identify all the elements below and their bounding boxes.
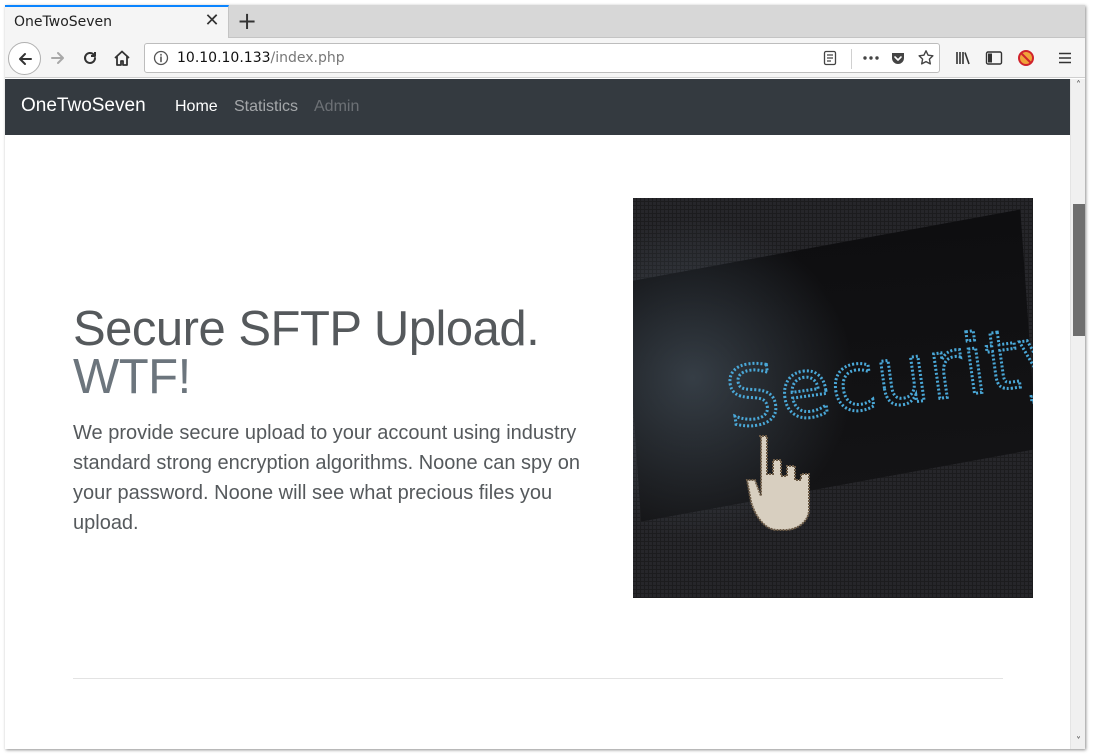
url-bar[interactable]: 10.10.10.133/index.php	[144, 43, 940, 73]
back-icon[interactable]	[8, 42, 41, 75]
browser-window: OneTwoSeven ✕ + 10.10.10.133/index.php O…	[5, 5, 1085, 749]
scroll-up-icon[interactable]: ˄	[1071, 79, 1085, 93]
sidebar-icon[interactable]	[980, 44, 1008, 72]
scrollbar-thumb[interactable]	[1073, 204, 1085, 336]
home-icon[interactable]	[108, 44, 136, 72]
library-icon[interactable]	[949, 44, 977, 72]
bookmark-star-icon[interactable]	[917, 49, 935, 71]
tab-title: OneTwoSeven	[14, 14, 113, 30]
scroll-down-icon[interactable]: ˅	[1071, 735, 1085, 749]
url-host: 10.10.10.133	[177, 50, 271, 66]
nav-link-statistics[interactable]: Statistics	[234, 98, 298, 116]
navigation-toolbar: 10.10.10.133/index.php	[5, 38, 1085, 78]
menu-icon[interactable]	[1051, 44, 1079, 72]
hero-title-line2: WTF!	[73, 350, 191, 404]
site-brand[interactable]: OneTwoSeven	[21, 95, 146, 117]
url-text: 10.10.10.133/index.php	[177, 50, 345, 66]
nav-link-admin: Admin	[314, 98, 360, 115]
forward-icon[interactable]	[44, 44, 72, 72]
hero-title-line1: Secure SFTP Upload.	[73, 302, 540, 356]
url-path: /index.php	[270, 50, 345, 66]
active-tab[interactable]: OneTwoSeven ✕	[5, 5, 229, 38]
nav-link-home[interactable]: Home	[175, 98, 218, 116]
close-tab-icon[interactable]: ✕	[203, 11, 221, 31]
page-viewport: OneTwoSeven Home Statistics Admin Secure…	[5, 79, 1070, 749]
reload-icon[interactable]	[76, 44, 104, 72]
section-divider	[73, 678, 1003, 679]
more-actions-icon[interactable]	[862, 50, 880, 70]
info-icon[interactable]	[153, 50, 169, 70]
blocked-extension-icon[interactable]	[1012, 44, 1040, 72]
new-tab-icon[interactable]: +	[235, 7, 259, 35]
reader-view-icon[interactable]	[822, 50, 838, 70]
url-bar-separator	[851, 49, 852, 69]
hero-description: We provide secure upload to your account…	[73, 422, 580, 534]
site-navbar: OneTwoSeven Home Statistics Admin	[5, 79, 1070, 135]
security-hero-image: Security	[633, 198, 1033, 598]
page-scrollbar[interactable]: ˄ ˅	[1070, 79, 1085, 749]
tab-strip: OneTwoSeven ✕ +	[5, 5, 1085, 38]
pocket-icon[interactable]	[890, 50, 906, 70]
hero-title: Secure SFTP Upload. WTF!	[73, 302, 593, 404]
